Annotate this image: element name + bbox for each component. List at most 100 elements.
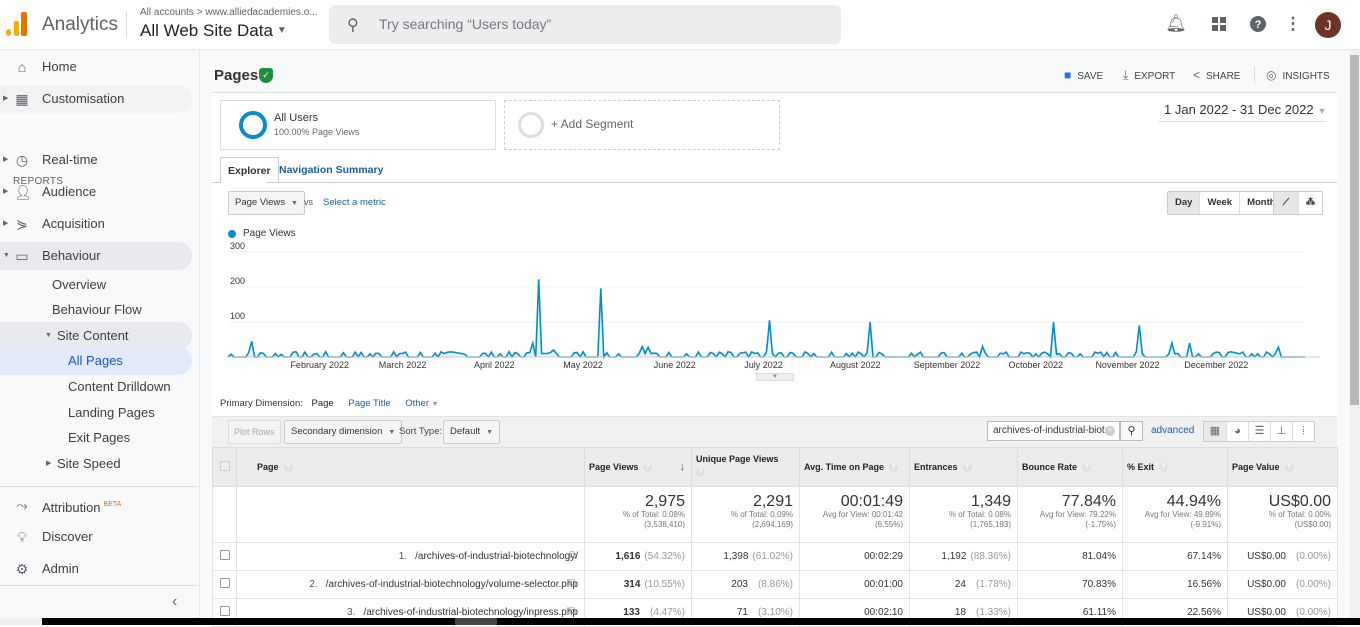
tab-navigation-summary[interactable]: Navigation Summary bbox=[272, 157, 390, 183]
entrances-cell: 24(1.78%) bbox=[910, 571, 1018, 599]
row-checkbox[interactable] bbox=[220, 578, 230, 588]
col-header-entrances[interactable]: Entrances? bbox=[910, 448, 1018, 487]
help-icon[interactable]: ? bbox=[643, 463, 652, 472]
total-subtext: % of Total: 0.09% bbox=[698, 510, 793, 520]
expand-arrow-icon: ▶ bbox=[3, 210, 8, 238]
sidebar-item-site-content[interactable]: ▼ Site Content bbox=[0, 322, 192, 350]
account-breadcrumb[interactable]: All accounts > www.alliedacademies.o... bbox=[140, 7, 318, 18]
line-chart-icon[interactable]: ⟋ bbox=[1274, 192, 1298, 214]
primary-dimension-page-title[interactable]: Page Title bbox=[348, 398, 390, 409]
notifications-bell-icon[interactable]: 🔔︎ bbox=[1165, 13, 1187, 35]
entrances-cell: 1,192(88.36%) bbox=[910, 543, 1018, 571]
insights-button[interactable]: ◎INSIGHTS bbox=[1266, 68, 1330, 82]
open-page-icon[interactable]: ⧉ bbox=[569, 578, 576, 589]
open-page-icon[interactable]: ⧉ bbox=[569, 550, 576, 561]
share-button[interactable]: <SHARE bbox=[1193, 68, 1240, 82]
export-button[interactable]: ⤓EXPORT bbox=[1123, 68, 1175, 83]
top-bar: Analytics All accounts > www.alliedacade… bbox=[0, 0, 1360, 50]
scrollbar-thumb[interactable] bbox=[1350, 55, 1359, 405]
sidebar-item-audience[interactable]: ▶ 👤︎ Audience bbox=[0, 178, 192, 206]
col-header-avg-time[interactable]: Avg. Time on Page? bbox=[800, 448, 910, 487]
granularity-day[interactable]: Day bbox=[1168, 192, 1199, 214]
chart-resize-handle[interactable]: ▼ bbox=[756, 373, 794, 381]
motion-chart-icon[interactable]: ⁂ bbox=[1298, 192, 1322, 214]
sidebar-item-acquisition[interactable]: ▶ ⋟ Acquisition bbox=[0, 210, 192, 238]
sidebar-item-admin[interactable]: ⚙ Admin bbox=[0, 555, 192, 583]
sort-type-select[interactable]: Default▼ bbox=[443, 420, 500, 444]
row-checkbox[interactable] bbox=[220, 550, 230, 560]
metric-select[interactable]: Page Views▼ bbox=[228, 191, 305, 215]
sidebar-item-customisation[interactable]: ▶ ▦ Customisation bbox=[0, 85, 192, 113]
sidebar-item-label: Site Content bbox=[57, 322, 129, 350]
view-selector[interactable]: All Web Site Data▼ bbox=[140, 21, 287, 41]
total-subtext: (US$0.00) bbox=[1234, 520, 1331, 530]
more-vert-icon[interactable]: ⋮ bbox=[1282, 13, 1304, 35]
help-icon[interactable]: ? bbox=[963, 463, 972, 472]
search-input[interactable]: ⚲ Try searching “Users today” bbox=[329, 5, 841, 44]
sidebar-item-behaviour[interactable]: ▼ ▭ Behaviour bbox=[0, 242, 192, 270]
col-header-exit[interactable]: % Exit? bbox=[1123, 448, 1228, 487]
sidebar-item-attribution[interactable]: ⤳ AttributionBETA bbox=[0, 491, 192, 519]
sidebar-item-exit-pages[interactable]: Exit Pages bbox=[0, 424, 192, 452]
performance-view-icon[interactable]: ☰ bbox=[1248, 422, 1270, 441]
row-checkbox[interactable] bbox=[220, 606, 230, 616]
col-header-page-value[interactable]: Page Value? bbox=[1228, 448, 1338, 487]
term-cloud-view-icon[interactable]: ⦙ bbox=[1292, 422, 1314, 441]
segment-all-users[interactable]: All Users 100.00% Page Views bbox=[220, 100, 496, 150]
col-header-bounce-rate[interactable]: Bounce Rate? bbox=[1018, 448, 1123, 487]
save-button[interactable]: ■SAVE bbox=[1064, 68, 1103, 82]
select-all-checkbox[interactable] bbox=[220, 461, 230, 471]
total-page-value: US$0.00% of Total: 0.00%(US$0.00) bbox=[1228, 487, 1338, 543]
granularity-toggle: Day Week Month bbox=[1167, 191, 1284, 215]
date-range-picker[interactable]: 1 Jan 2022 - 31 Dec 2022▼ bbox=[1164, 102, 1327, 117]
secondary-dimension-select[interactable]: Secondary dimension▼ bbox=[284, 420, 402, 444]
col-header-page[interactable]: Page? bbox=[237, 448, 585, 487]
comparison-view-icon[interactable]: ⊥ bbox=[1270, 422, 1292, 441]
filter-search-button[interactable]: ⚲ bbox=[1120, 421, 1143, 441]
table-filter-input[interactable]: archives-of-industrial-biote× bbox=[987, 421, 1120, 441]
help-icon[interactable]: ? bbox=[1159, 463, 1168, 472]
primary-dimension-page[interactable]: Page bbox=[312, 398, 334, 409]
help-icon[interactable]: ? bbox=[1285, 463, 1294, 472]
help-icon[interactable]: ? bbox=[1247, 13, 1269, 35]
sidebar-item-realtime[interactable]: ▶ ◷ Real-time bbox=[0, 146, 192, 174]
sidebar-item-content-drilldown[interactable]: Content Drilldown bbox=[0, 373, 192, 401]
pie-view-icon[interactable]: ◕ bbox=[1226, 422, 1248, 441]
sidebar-item-site-speed[interactable]: ▶ Site Speed bbox=[0, 450, 192, 478]
select-metric-link[interactable]: Select a metric bbox=[323, 197, 386, 208]
plot-rows-button[interactable]: Plot Rows bbox=[228, 420, 281, 444]
legend-label: Page Views bbox=[243, 228, 296, 239]
col-header-unique-page-views[interactable]: Unique Page Views? bbox=[692, 448, 800, 487]
help-icon[interactable]: ? bbox=[696, 468, 705, 477]
granularity-week[interactable]: Week bbox=[1199, 192, 1239, 214]
help-icon[interactable]: ? bbox=[1082, 463, 1091, 472]
apps-grid-icon[interactable] bbox=[1208, 13, 1230, 35]
collapse-sidebar-chevron-icon[interactable]: ‹ bbox=[172, 593, 177, 611]
add-segment-button[interactable]: + Add Segment bbox=[504, 100, 780, 150]
tab-explorer[interactable]: Explorer bbox=[220, 157, 279, 183]
primary-dimension-other[interactable]: Other ▼ bbox=[405, 398, 438, 409]
advanced-filter-link[interactable]: advanced bbox=[1151, 425, 1194, 436]
col-header-page-views[interactable]: Page Views?↓ bbox=[585, 448, 692, 487]
total-value: 00:01:49 bbox=[806, 493, 903, 510]
series-line bbox=[228, 279, 1305, 357]
page-link[interactable]: /archives-of-industrial-biotechnology/vo… bbox=[326, 579, 578, 590]
sidebar-item-home[interactable]: ⌂ Home bbox=[0, 53, 192, 81]
data-table-view-icon[interactable]: ▦ bbox=[1204, 422, 1226, 441]
sidebar-item-all-pages[interactable]: All Pages bbox=[0, 347, 192, 375]
sidebar-item-landing-pages[interactable]: Landing Pages bbox=[0, 399, 192, 427]
sidebar-item-overview[interactable]: Overview bbox=[0, 271, 192, 299]
page-value-cell: US$0.00(0.00%) bbox=[1228, 571, 1338, 599]
page-link[interactable]: /archives-of-industrial-biotechnology/ bbox=[415, 551, 578, 562]
help-icon[interactable]: ? bbox=[889, 463, 898, 472]
sidebar-item-label: Exit Pages bbox=[68, 424, 130, 452]
sidebar-item-behaviour-flow[interactable]: Behaviour Flow bbox=[0, 296, 192, 324]
open-page-icon[interactable]: ⧉ bbox=[569, 606, 576, 617]
sidebar-item-discover[interactable]: 💡︎ Discover bbox=[0, 523, 192, 551]
page-link[interactable]: /archives-of-industrial-biotechnology/in… bbox=[363, 607, 578, 618]
clear-filter-icon[interactable]: × bbox=[1105, 426, 1115, 436]
help-icon[interactable]: ? bbox=[284, 463, 293, 472]
avatar[interactable]: J bbox=[1315, 12, 1341, 38]
beta-badge: BETA bbox=[104, 501, 122, 508]
x-tick-label: September 2022 bbox=[914, 360, 981, 370]
